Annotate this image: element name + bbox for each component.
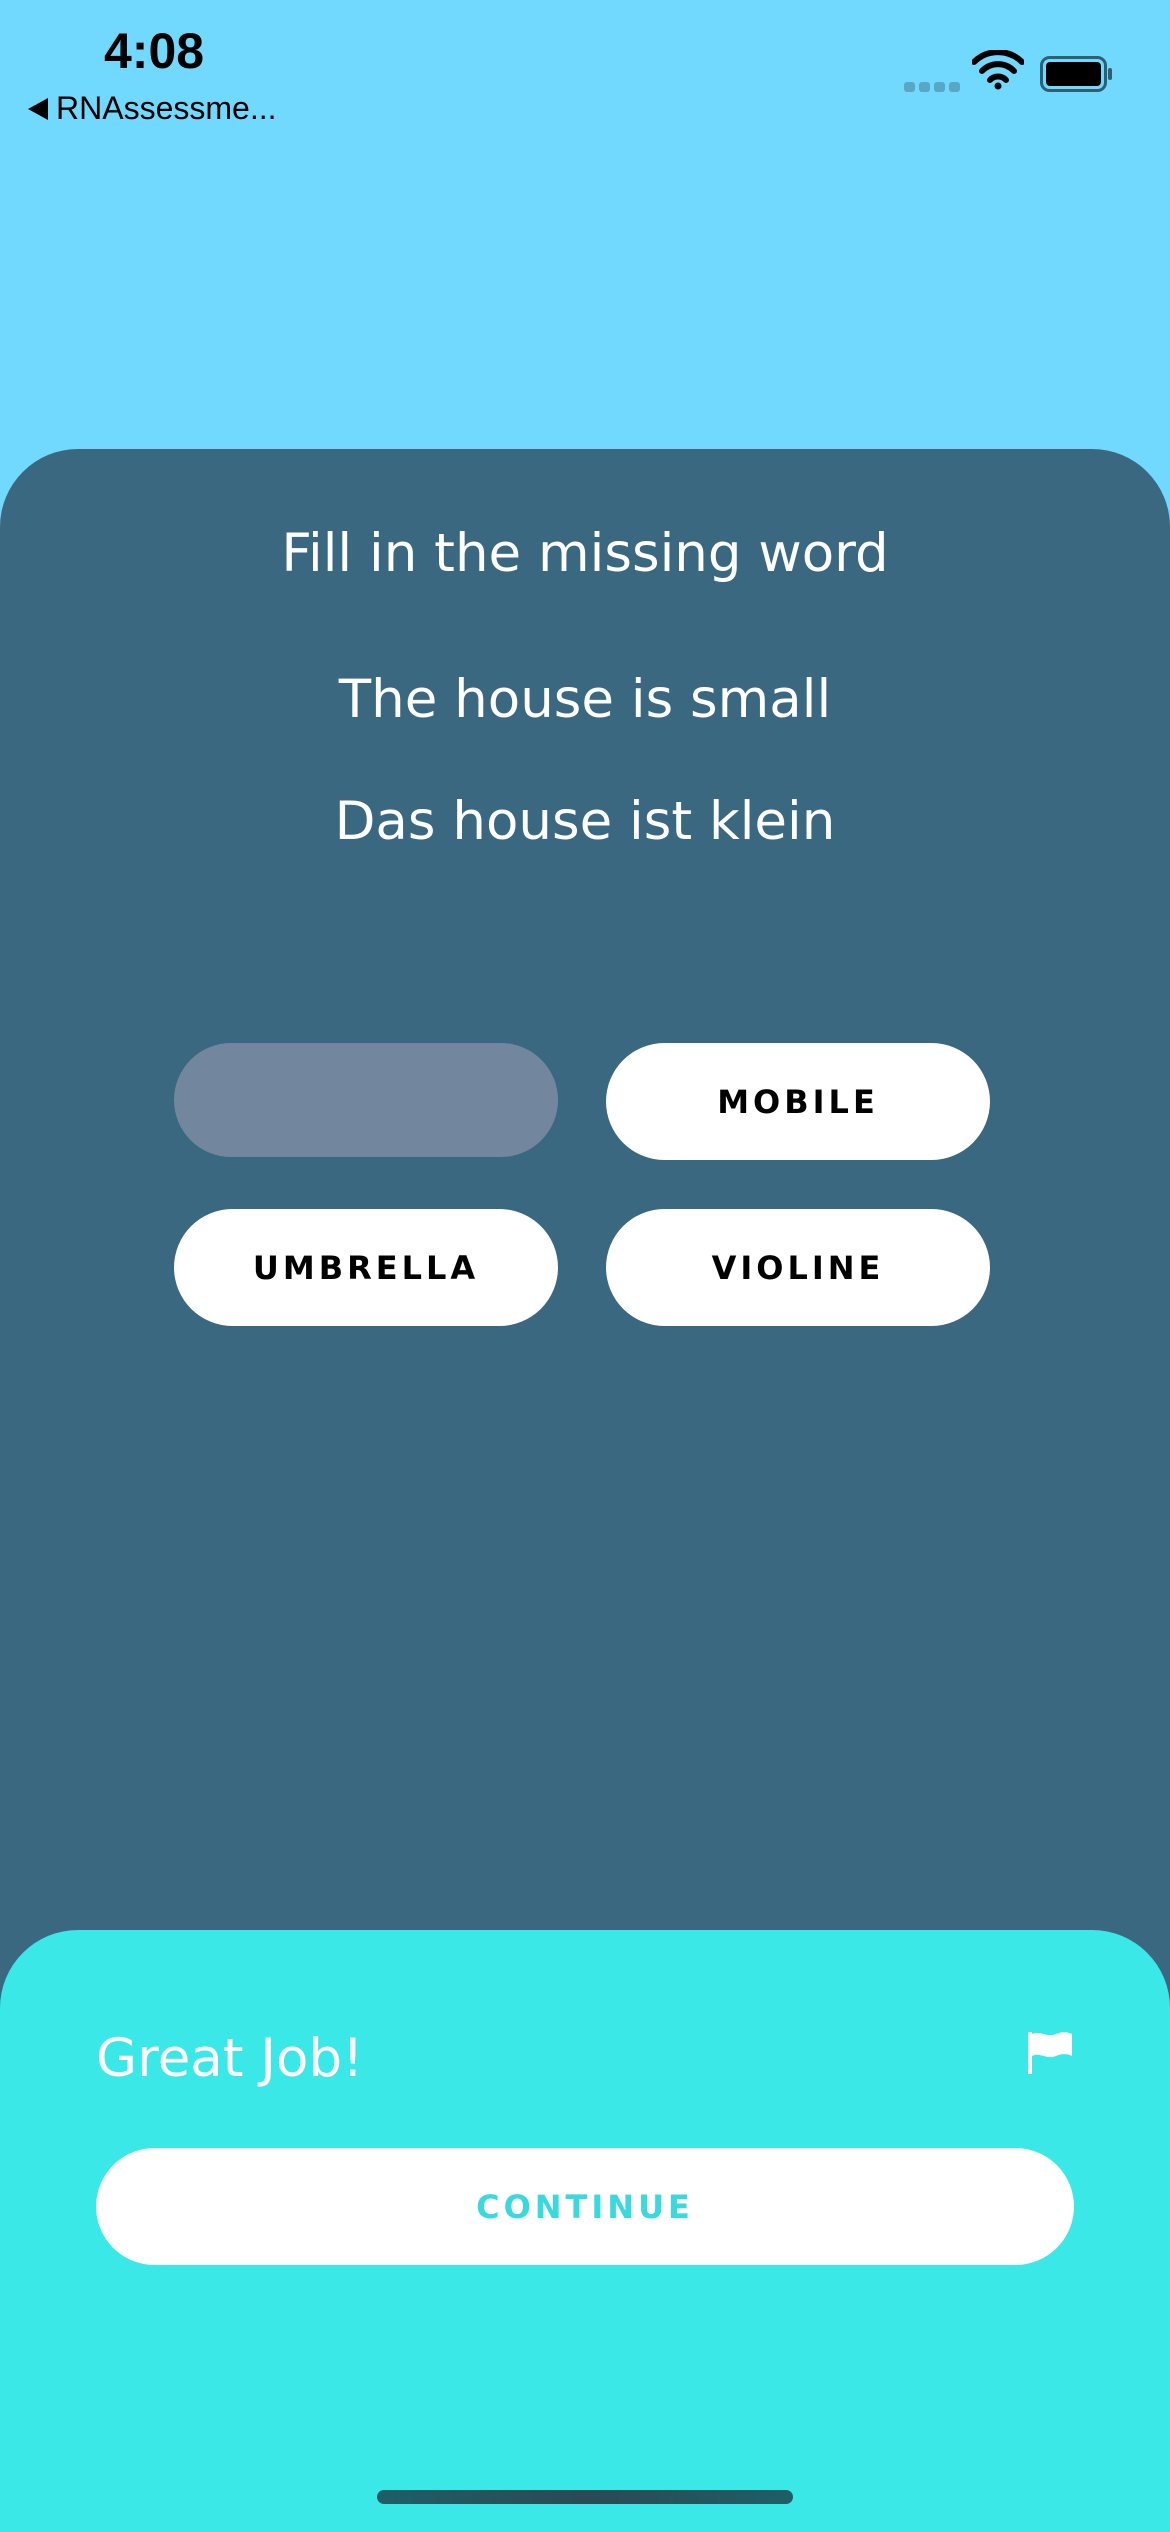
option-umbrella-button[interactable]: UMBRELLA <box>174 1209 558 1326</box>
feedback-title: Great Job! <box>96 2028 364 2089</box>
home-indicator[interactable] <box>377 2490 793 2504</box>
option-mobile-button[interactable]: MOBILE <box>606 1043 990 1160</box>
english-sentence: The house is small <box>338 669 832 730</box>
back-to-app-button[interactable]: RNAssessme... <box>28 90 276 127</box>
flag-icon[interactable] <box>1026 2030 1076 2076</box>
feedback-panel: Great Job! CONTINUE <box>0 1930 1170 2532</box>
cellular-signal-icon <box>904 82 960 92</box>
empty-answer-slot[interactable] <box>174 1043 558 1157</box>
back-to-app-label: RNAssessme... <box>56 90 277 126</box>
continue-button[interactable]: CONTINUE <box>96 2148 1074 2265</box>
status-time: 4:08 <box>104 23 205 79</box>
question-prompt: Fill in the missing word <box>281 523 889 584</box>
german-sentence: Das house ist klein <box>334 791 836 852</box>
wifi-icon <box>972 50 1024 90</box>
question-card: Fill in the missing word The house is sm… <box>0 449 1170 2049</box>
battery-icon <box>1040 56 1112 92</box>
back-arrow-icon <box>28 97 48 120</box>
option-violine-button[interactable]: VIOLINE <box>606 1209 990 1326</box>
